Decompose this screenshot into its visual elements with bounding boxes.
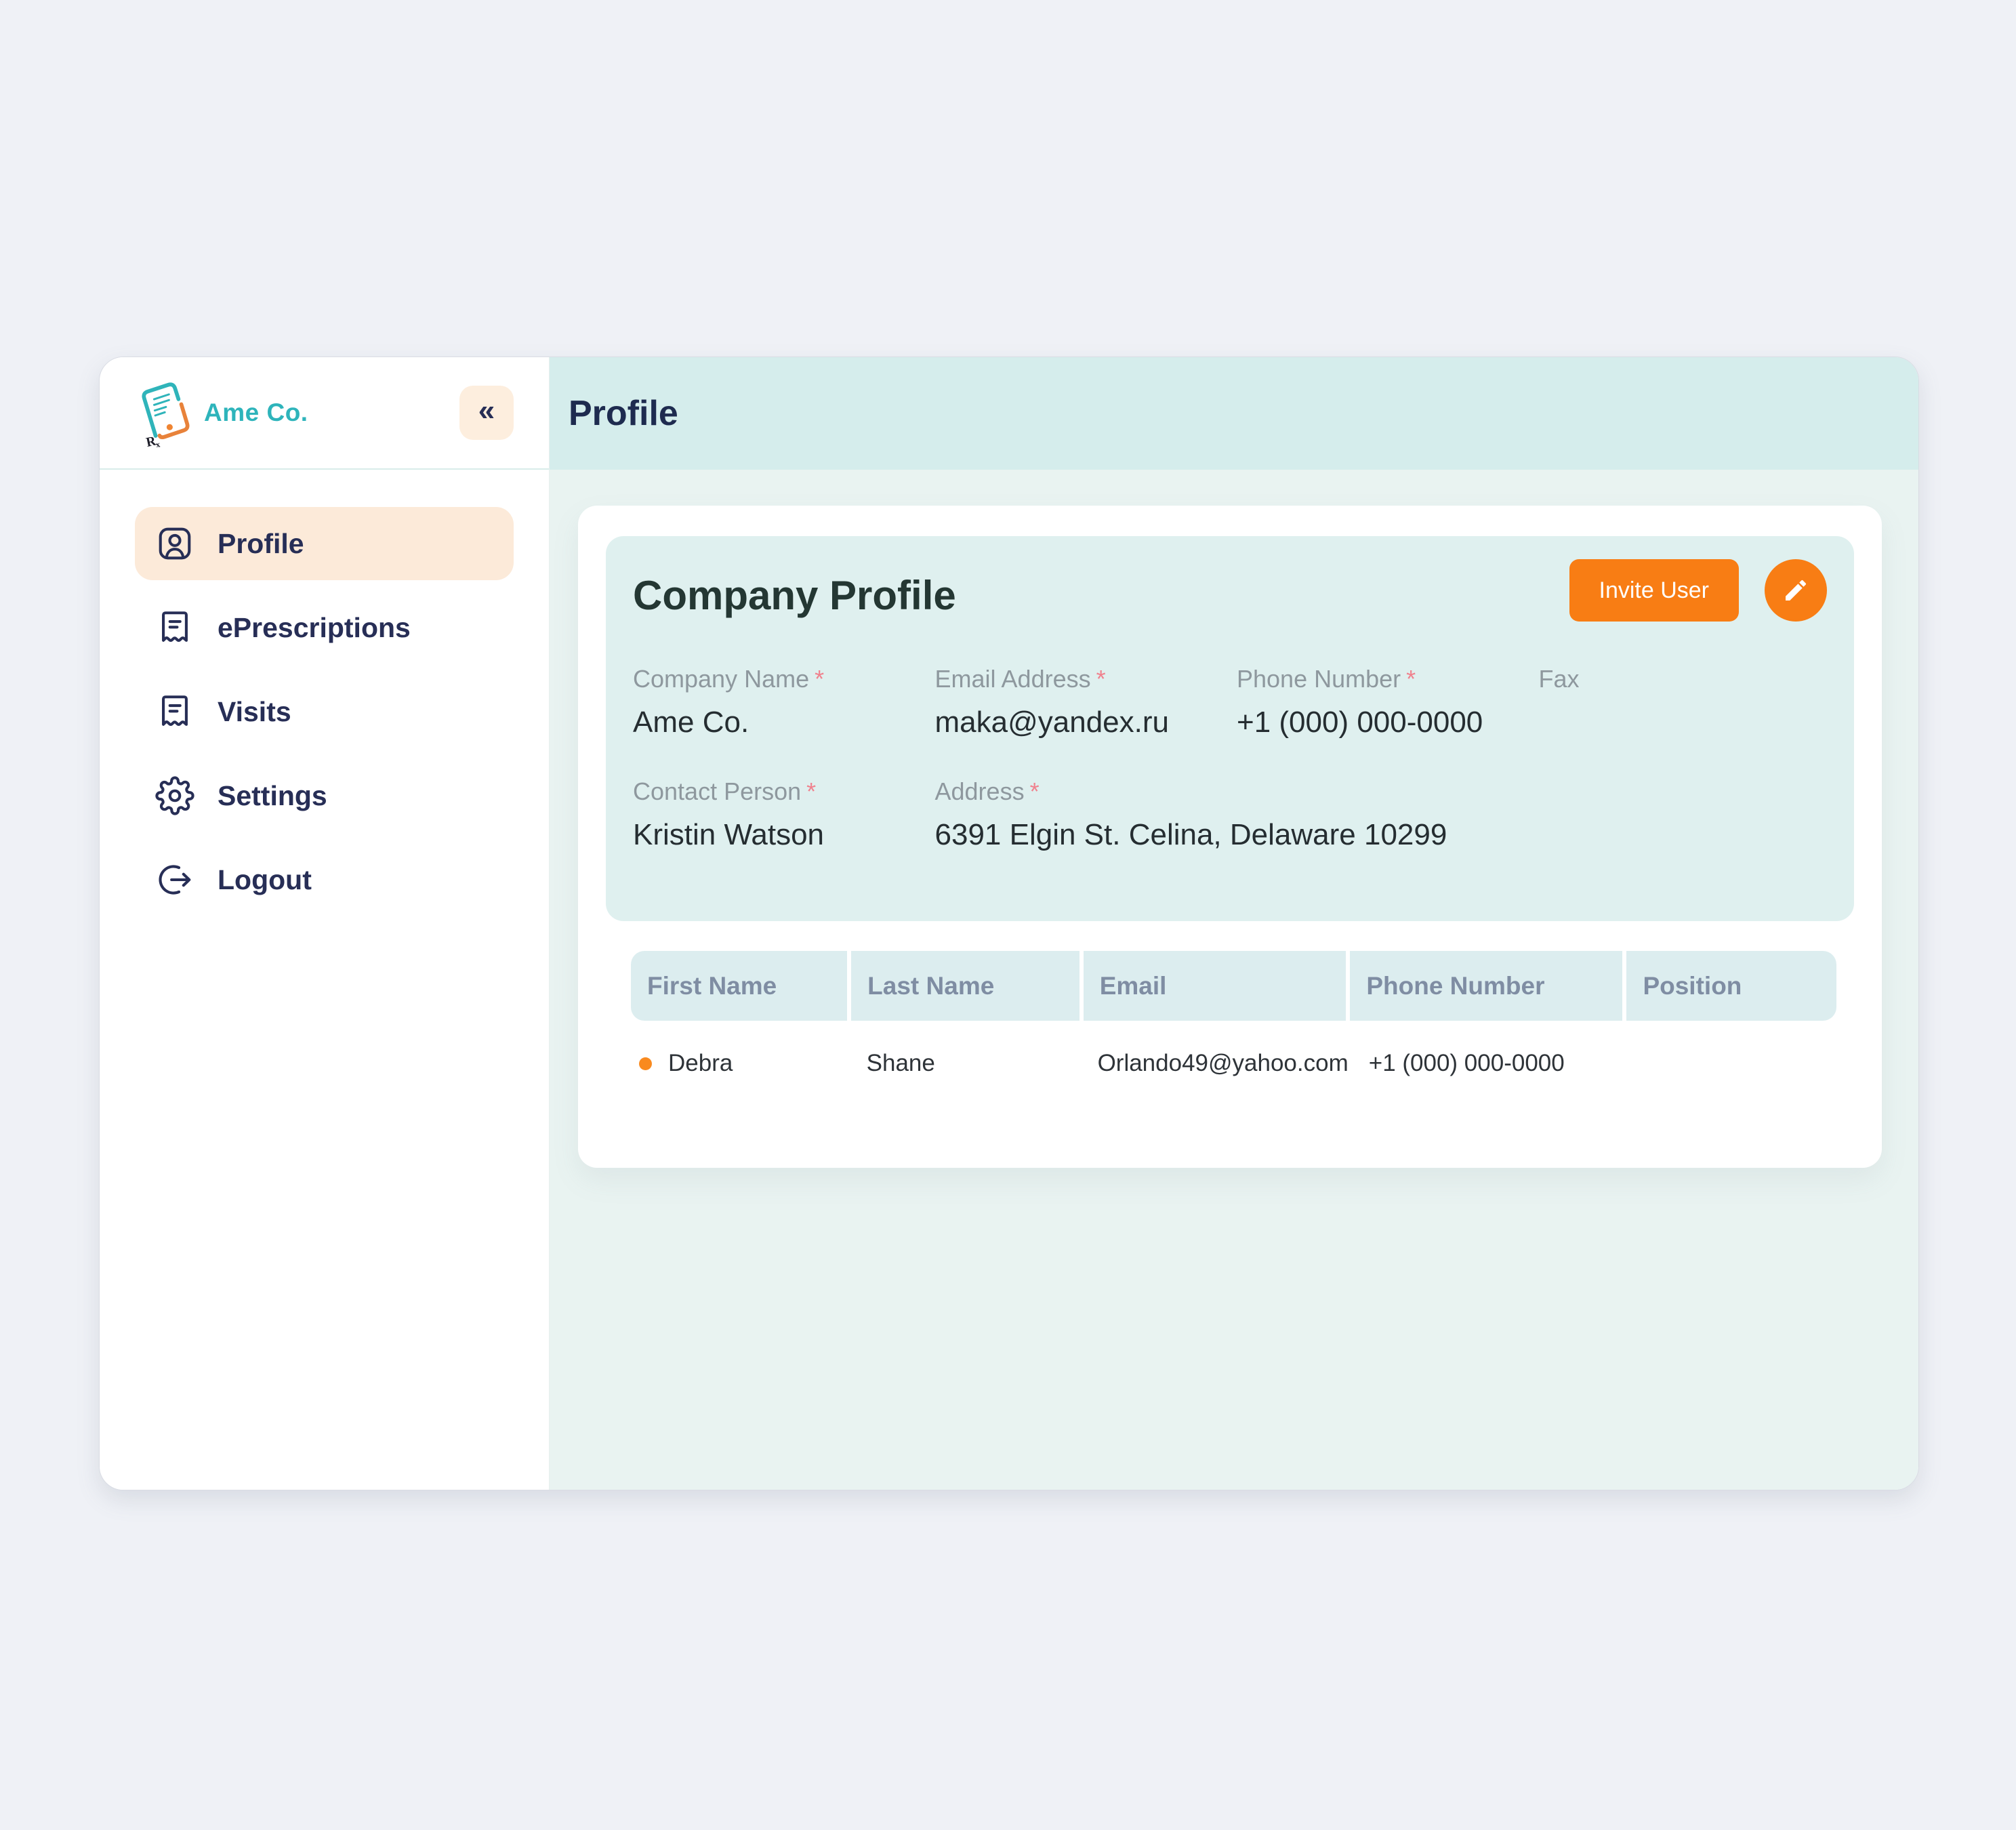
status-dot-icon [639, 1057, 652, 1070]
panel-actions: Invite User [1569, 559, 1828, 622]
company-profile-title: Company Profile [633, 574, 956, 617]
required-asterisk: * [806, 777, 816, 805]
sidebar-item-label: Profile [218, 528, 304, 560]
fields-row-1: Company Name* Ame Co. Email Address* mak… [633, 665, 1827, 739]
field-value: 6391 Elgin St. Celina, Delaware 10299 [935, 818, 1828, 852]
fields-row-2: Contact Person* Kristin Watson Address* … [633, 777, 1827, 852]
cell-phone-number: +1 (000) 000-0000 [1353, 1021, 1624, 1106]
users-table: First Name Last Name Email Phone Number … [631, 951, 1836, 1106]
field-fax: Fax [1539, 665, 1828, 739]
users-table-header: First Name Last Name Email Phone Number … [631, 951, 1836, 1021]
field-label: Fax [1539, 665, 1580, 693]
company-profile-card: Company Profile Invite User [578, 506, 1882, 1168]
field-label: Address [935, 777, 1025, 805]
column-header-email: Email [1084, 951, 1346, 1021]
field-label: Email Address [935, 665, 1091, 693]
pencil-icon [1782, 577, 1809, 604]
required-asterisk: * [1096, 665, 1106, 693]
sidebar-collapse-button[interactable]: « [459, 386, 514, 440]
required-asterisk: * [815, 665, 824, 693]
edit-profile-button[interactable] [1765, 559, 1827, 622]
sidebar-item-visits[interactable]: Visits [135, 675, 514, 748]
cell-first-name: Debra [631, 1021, 846, 1106]
sidebar-item-profile[interactable]: Profile [135, 507, 514, 580]
column-header-phone-number: Phone Number [1350, 951, 1622, 1021]
receipt-icon [155, 692, 194, 731]
sidebar-item-label: Logout [218, 864, 312, 896]
table-row[interactable]: Debra Shane Orlando49@yahoo.com +1 (000)… [631, 1021, 1836, 1106]
brand-name: Ame Co. [204, 399, 308, 427]
field-company-name: Company Name* Ame Co. [633, 665, 922, 739]
sidebar-item-settings[interactable]: Settings [135, 759, 514, 832]
sidebar-item-label: Settings [218, 780, 327, 812]
cell-last-name: Shane [850, 1021, 1077, 1106]
field-value: Ame Co. [633, 706, 922, 739]
sidebar-header: R x Ame Co. « [100, 357, 549, 470]
required-asterisk: * [1030, 777, 1040, 805]
invite-user-label: Invite User [1599, 577, 1710, 604]
panel-header-row: Company Profile Invite User [633, 574, 1827, 622]
company-profile-panel: Company Profile Invite User [606, 536, 1854, 921]
column-header-position: Position [1626, 951, 1836, 1021]
content-area: Company Profile Invite User [550, 470, 1918, 1168]
collapse-chevrons-icon: « [478, 396, 495, 426]
field-contact-person: Contact Person* Kristin Watson [633, 777, 922, 852]
field-label: Phone Number [1237, 665, 1401, 693]
page-title: Profile [569, 393, 678, 434]
sidebar-item-label: Visits [218, 696, 291, 728]
column-header-first-name: First Name [631, 951, 847, 1021]
cell-position [1628, 1021, 1836, 1106]
field-phone-number: Phone Number* +1 (000) 000-0000 [1237, 665, 1525, 739]
field-label: Company Name [633, 665, 809, 693]
field-value: maka@yandex.ru [935, 706, 1224, 739]
prescription-pad-logo-icon: R x [135, 378, 190, 447]
page-header: Profile [550, 357, 1918, 470]
field-email-address: Email Address* maka@yandex.ru [935, 665, 1224, 739]
app-window: R x Ame Co. « Profile [99, 357, 1919, 1490]
svg-text:x: x [155, 439, 162, 447]
column-header-last-name: Last Name [851, 951, 1079, 1021]
sidebar-item-label: ePrescriptions [218, 612, 411, 644]
gear-icon [155, 776, 194, 815]
user-icon [155, 524, 194, 563]
field-address: Address* 6391 Elgin St. Celina, Delaware… [935, 777, 1828, 852]
field-value: +1 (000) 000-0000 [1237, 706, 1525, 739]
invite-user-button[interactable]: Invite User [1569, 559, 1740, 622]
sidebar: R x Ame Co. « Profile [100, 357, 550, 1490]
field-value: Kristin Watson [633, 818, 922, 852]
required-asterisk: * [1406, 665, 1416, 693]
sidebar-nav: Profile ePrescriptions [100, 507, 549, 916]
field-label: Contact Person [633, 777, 801, 805]
main-area: Profile Company Profile Invite User [550, 357, 1918, 1490]
logout-icon [155, 860, 194, 899]
cell-email: Orlando49@yahoo.com [1082, 1021, 1349, 1106]
sidebar-item-eprescriptions[interactable]: ePrescriptions [135, 591, 514, 664]
receipt-icon [155, 608, 194, 647]
sidebar-item-logout[interactable]: Logout [135, 843, 514, 916]
